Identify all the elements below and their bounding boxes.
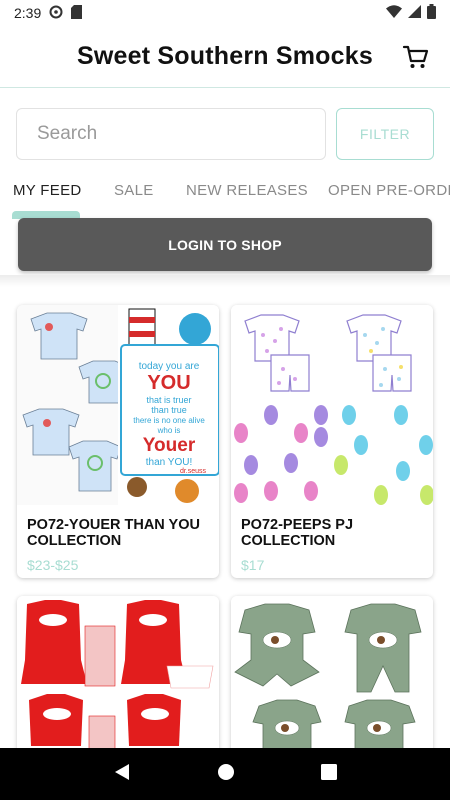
product-image[interactable] bbox=[17, 596, 219, 756]
product-image[interactable] bbox=[231, 596, 433, 756]
image-text-line: Youer bbox=[143, 435, 196, 456]
home-icon[interactable] bbox=[217, 763, 235, 786]
product-card[interactable] bbox=[17, 596, 219, 756]
cart-button[interactable] bbox=[402, 43, 430, 71]
sd-card-icon bbox=[71, 4, 83, 22]
image-text-line: than YOU! bbox=[146, 457, 193, 468]
sync-icon bbox=[49, 5, 63, 22]
tab-sale[interactable]: SALE bbox=[114, 182, 154, 199]
app-header: Sweet Southern Smocks bbox=[0, 26, 450, 88]
search-row: FILTER bbox=[16, 108, 434, 160]
image-text-line: there is no one alive bbox=[133, 416, 205, 425]
search-box[interactable] bbox=[16, 108, 326, 160]
tab-new-releases[interactable]: NEW RELEASES bbox=[186, 182, 308, 199]
image-text-line: dr.seuss bbox=[180, 468, 207, 475]
login-to-shop-button[interactable]: LOGIN TO SHOP bbox=[18, 218, 432, 271]
system-nav-bar bbox=[0, 748, 450, 800]
search-input[interactable] bbox=[37, 123, 325, 145]
product-price: $23-$25 bbox=[27, 557, 79, 573]
category-tabs: MY FEED SALE NEW RELEASES OPEN PRE-ORDE bbox=[0, 172, 450, 216]
product-card[interactable] bbox=[231, 596, 433, 756]
tab-my-feed[interactable]: MY FEED bbox=[13, 182, 82, 199]
product-image[interactable] bbox=[231, 305, 433, 505]
status-bar: 2:39 bbox=[0, 0, 450, 26]
tab-open-pre-orders[interactable]: OPEN PRE-ORDE bbox=[328, 182, 450, 199]
image-text-line: today you are bbox=[139, 361, 200, 372]
wifi-icon bbox=[386, 5, 402, 21]
filter-button[interactable]: FILTER bbox=[336, 108, 434, 160]
cart-icon bbox=[402, 45, 429, 68]
status-time: 2:39 bbox=[14, 5, 42, 21]
product-image[interactable]: today you are YOU that is truer than tru… bbox=[17, 305, 219, 505]
image-text-line: that is truer bbox=[146, 395, 191, 405]
signal-icon bbox=[408, 5, 421, 21]
image-text-line: who is bbox=[157, 426, 181, 435]
product-name[interactable]: PO72-YOUER THAN YOU COLLECTION bbox=[17, 505, 219, 549]
app-title: Sweet Southern Smocks bbox=[77, 42, 373, 70]
product-price: $17 bbox=[241, 557, 265, 573]
recents-icon[interactable] bbox=[321, 763, 337, 785]
back-icon[interactable] bbox=[113, 763, 131, 786]
image-text-line: than true bbox=[151, 405, 187, 415]
product-card[interactable]: PO72-PEEPS PJ COLLECTION $17 bbox=[231, 305, 433, 578]
divider-shadow bbox=[0, 275, 450, 287]
image-text-line: YOU bbox=[147, 372, 190, 394]
product-card[interactable]: today you are YOU that is truer than tru… bbox=[17, 305, 219, 578]
product-name[interactable]: PO72-PEEPS PJ COLLECTION bbox=[231, 505, 433, 549]
battery-icon bbox=[427, 4, 436, 22]
